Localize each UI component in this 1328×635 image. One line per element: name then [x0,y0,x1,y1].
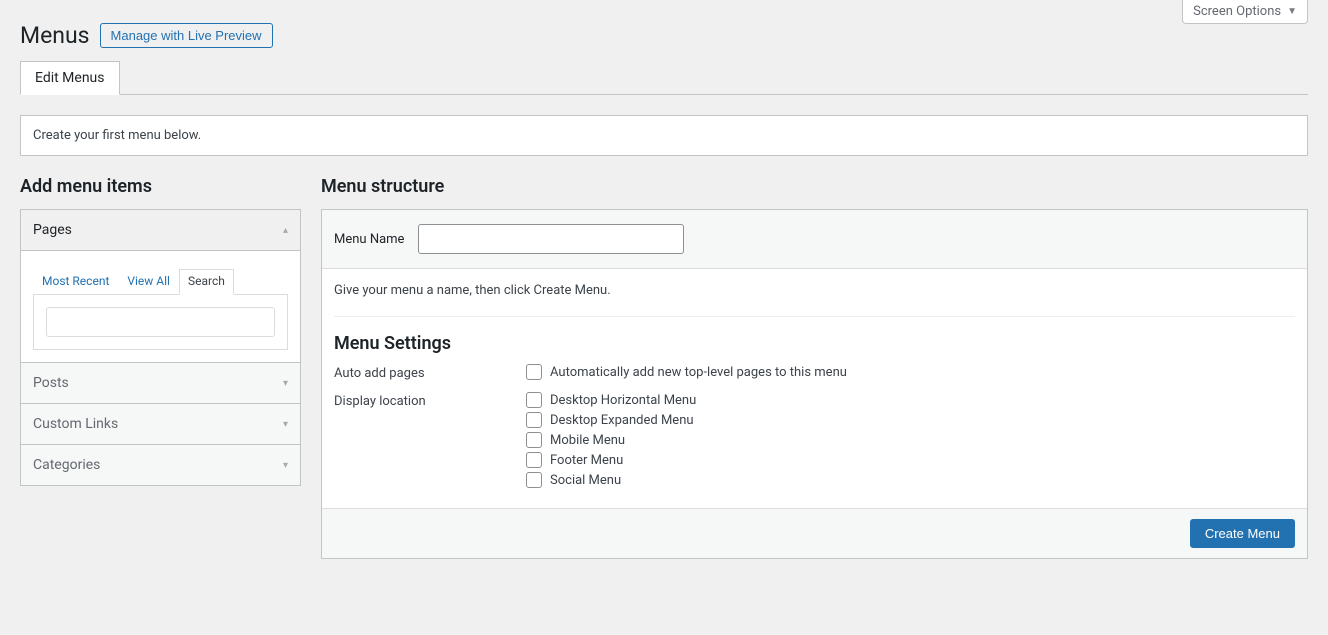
auto-add-pages-option[interactable]: Automatically add new top-level pages to… [526,364,1295,380]
inner-tab-search[interactable]: Search [179,269,234,295]
location-option-footer[interactable]: Footer Menu [526,452,1295,468]
location-option-desktop-expanded[interactable]: Desktop Expanded Menu [526,412,1295,428]
accordion-custom-links-header[interactable]: Custom Links ▾ [21,404,300,444]
auto-add-pages-text: Automatically add new top-level pages to… [550,365,847,380]
pages-search-input[interactable] [46,307,275,337]
accordion-categories-label: Categories [33,457,100,473]
notice-banner: Create your first menu below. [20,115,1308,156]
location-text: Desktop Expanded Menu [550,413,694,428]
inner-tab-most-recent[interactable]: Most Recent [33,269,118,295]
menu-items-accordion: Pages ▴ Most Recent View All Search [20,209,301,486]
location-checkbox[interactable] [526,392,542,408]
auto-add-pages-label: Auto add pages [334,364,526,381]
location-text: Mobile Menu [550,433,625,448]
location-option-desktop-horizontal[interactable]: Desktop Horizontal Menu [526,392,1295,408]
add-menu-items-heading: Add menu items [20,176,301,197]
nav-tabs: Edit Menus [20,61,1308,95]
menu-name-row: Menu Name [322,210,1307,269]
page-header: Menus Manage with Live Preview [20,0,1308,61]
accordion-pages-label: Pages [33,222,72,238]
menu-structure-heading: Menu structure [321,176,1308,197]
location-text: Footer Menu [550,453,623,468]
chevron-up-icon: ▴ [283,225,288,236]
chevron-down-icon: ▼ [1287,6,1297,17]
chevron-down-icon: ▾ [283,460,288,471]
accordion-posts-header[interactable]: Posts ▾ [21,363,300,403]
menu-name-input[interactable] [418,224,684,254]
accordion-categories-header[interactable]: Categories ▾ [21,445,300,485]
pages-inner-tabs: Most Recent View All Search [33,269,288,295]
location-option-mobile[interactable]: Mobile Menu [526,432,1295,448]
location-option-social[interactable]: Social Menu [526,472,1295,488]
chevron-down-icon: ▾ [283,419,288,430]
page-title: Menus [20,22,90,49]
notice-text: Create your first menu below. [33,128,201,143]
menu-instructions: Give your menu a name, then click Create… [334,283,1295,317]
location-text: Desktop Horizontal Menu [550,393,696,408]
tab-edit-menus[interactable]: Edit Menus [20,61,120,95]
screen-options-label: Screen Options [1193,4,1281,19]
menu-settings-heading: Menu Settings [334,333,1295,354]
auto-add-pages-checkbox[interactable] [526,364,542,380]
accordion-pages-header[interactable]: Pages ▴ [21,210,300,250]
location-text: Social Menu [550,473,621,488]
location-checkbox[interactable] [526,412,542,428]
accordion-custom-links-label: Custom Links [33,416,118,432]
menu-edit-panel: Menu Name Give your menu a name, then cl… [321,209,1308,559]
chevron-down-icon: ▾ [283,378,288,389]
pages-search-wrap [33,295,288,350]
location-checkbox[interactable] [526,452,542,468]
create-menu-button[interactable]: Create Menu [1190,519,1295,548]
manage-live-preview-button[interactable]: Manage with Live Preview [100,23,273,48]
menu-name-label: Menu Name [334,232,404,247]
accordion-posts-label: Posts [33,375,69,391]
location-checkbox[interactable] [526,432,542,448]
screen-options-toggle[interactable]: Screen Options ▼ [1182,0,1308,24]
accordion-pages-body: Most Recent View All Search [21,250,300,362]
inner-tab-view-all[interactable]: View All [118,269,179,295]
display-location-label: Display location [334,392,526,409]
menu-footer: Create Menu [322,508,1307,558]
location-checkbox[interactable] [526,472,542,488]
